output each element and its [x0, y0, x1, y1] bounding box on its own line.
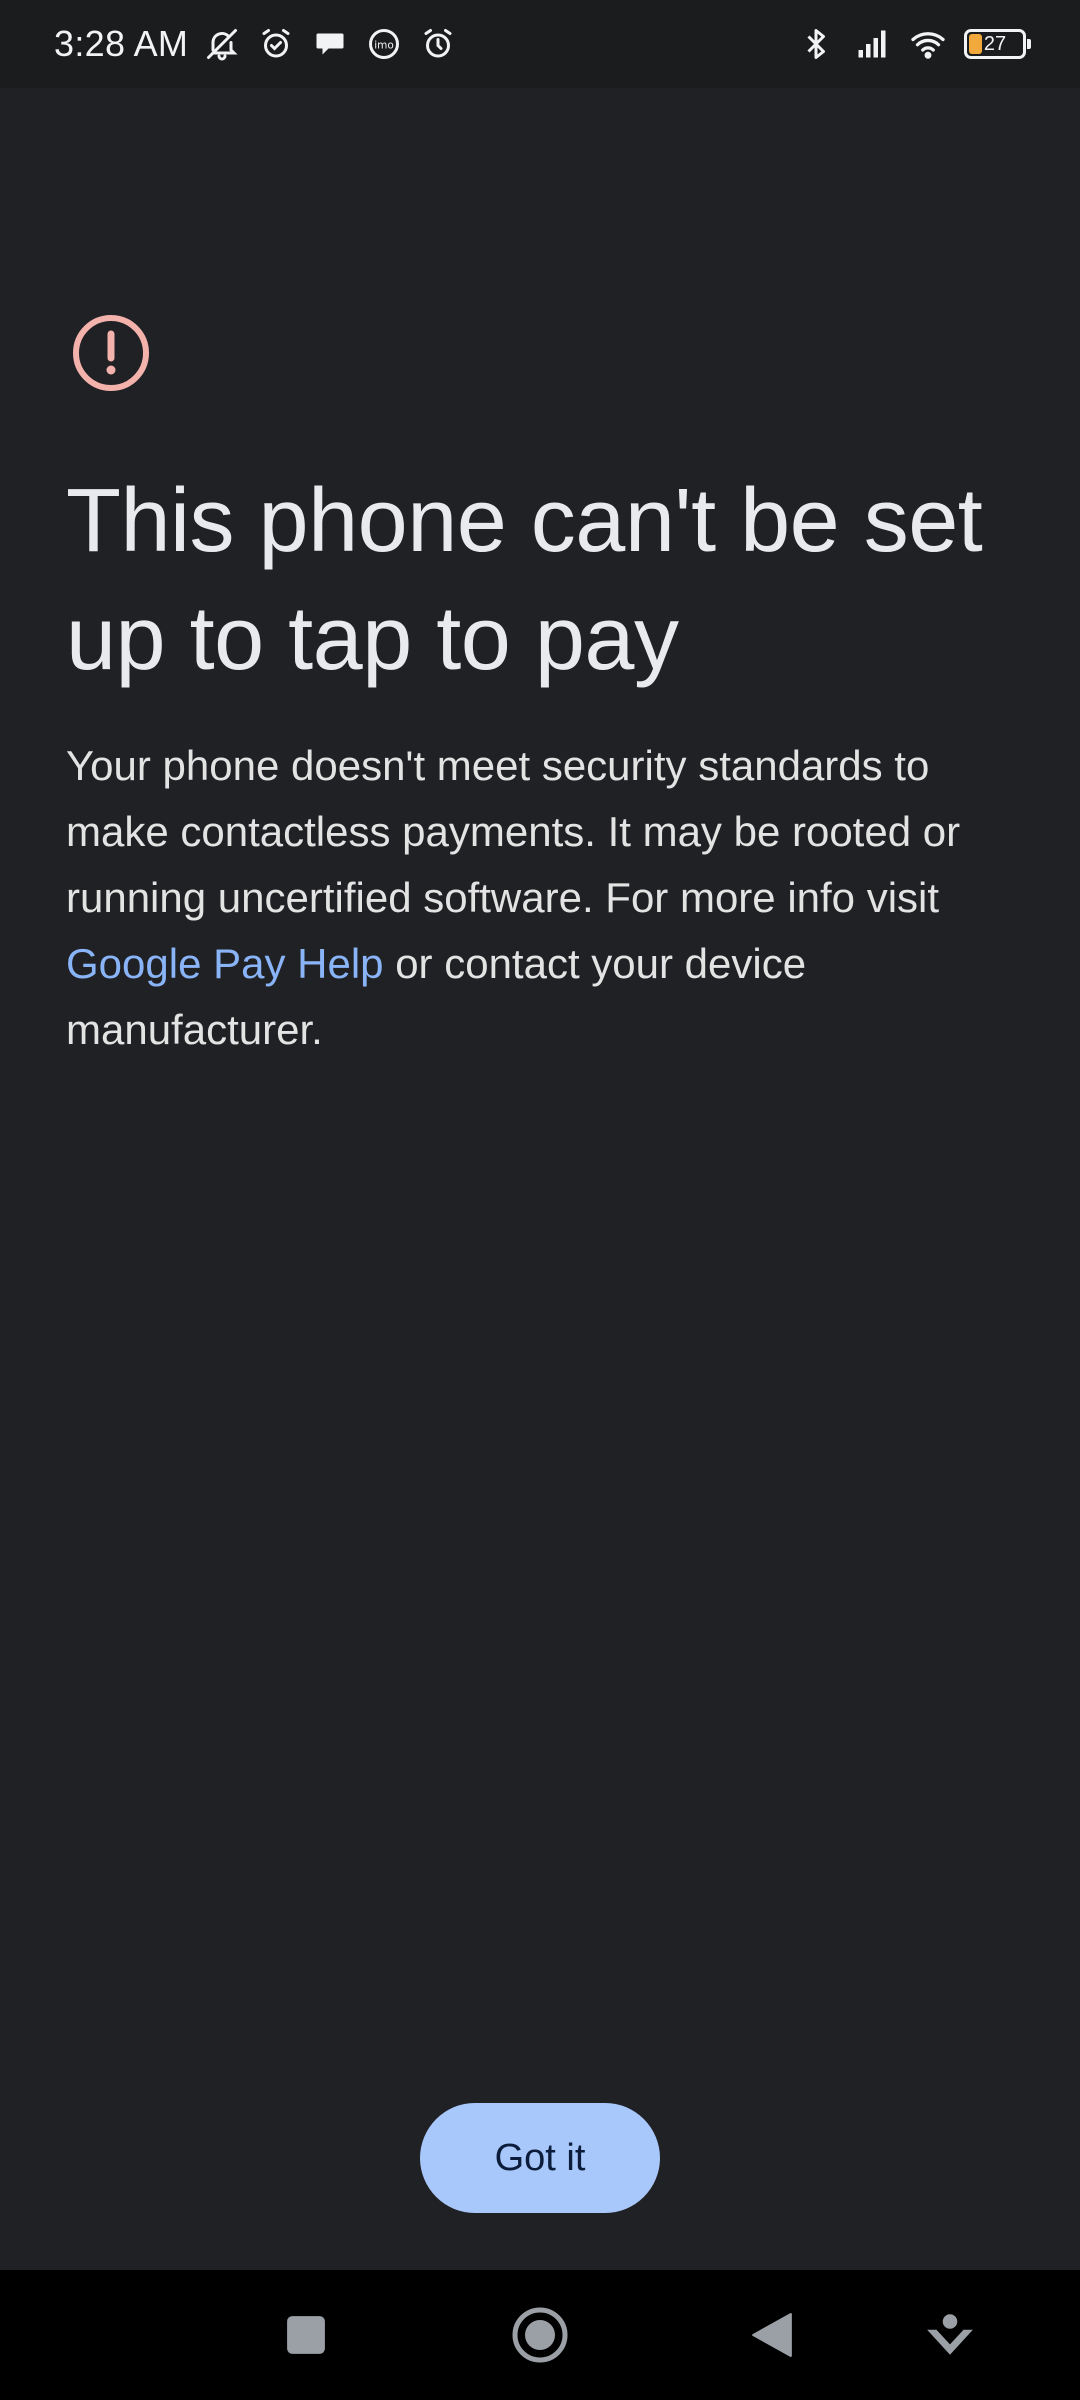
- screen: 3:28 AM imo 27 This phone can't be set u…: [0, 0, 1080, 2400]
- imo-icon: imo: [364, 24, 404, 64]
- alert-circle-icon: [73, 315, 149, 391]
- status-time: 3:28 AM: [54, 23, 189, 64]
- chat-bubble-icon: [310, 24, 350, 64]
- back-triangle-icon[interactable]: [737, 2300, 807, 2370]
- battery-level: 27: [983, 32, 1007, 55]
- google-pay-help-link[interactable]: Google Pay Help: [66, 940, 384, 987]
- got-it-button[interactable]: Got it: [420, 2103, 660, 2213]
- body-text-before-link: Your phone doesn't meet security standar…: [66, 742, 961, 921]
- dialog-body: Your phone doesn't meet security standar…: [66, 733, 1026, 1063]
- signal-icon: [852, 24, 892, 64]
- alarm-clock-icon: [256, 24, 296, 64]
- battery-fill: [969, 34, 982, 54]
- recents-square-icon[interactable]: [271, 2300, 341, 2370]
- dialog-title: This phone can't be set up to tap to pay: [66, 471, 983, 689]
- bell-muted-icon: [202, 24, 242, 64]
- navigation-bar: [0, 2270, 1080, 2400]
- status-left: 3:28 AM imo: [54, 23, 458, 65]
- battery-icon: 27: [964, 29, 1031, 59]
- status-right: 27: [796, 24, 1031, 64]
- svg-text:imo: imo: [374, 40, 394, 52]
- wifi-icon: [908, 24, 948, 64]
- home-circle-icon[interactable]: [505, 2300, 575, 2370]
- bluetooth-icon: [796, 24, 836, 64]
- status-bar: 3:28 AM imo 27: [0, 0, 1080, 88]
- assistant-down-icon[interactable]: [915, 2300, 985, 2370]
- alarm-icon: [418, 24, 458, 64]
